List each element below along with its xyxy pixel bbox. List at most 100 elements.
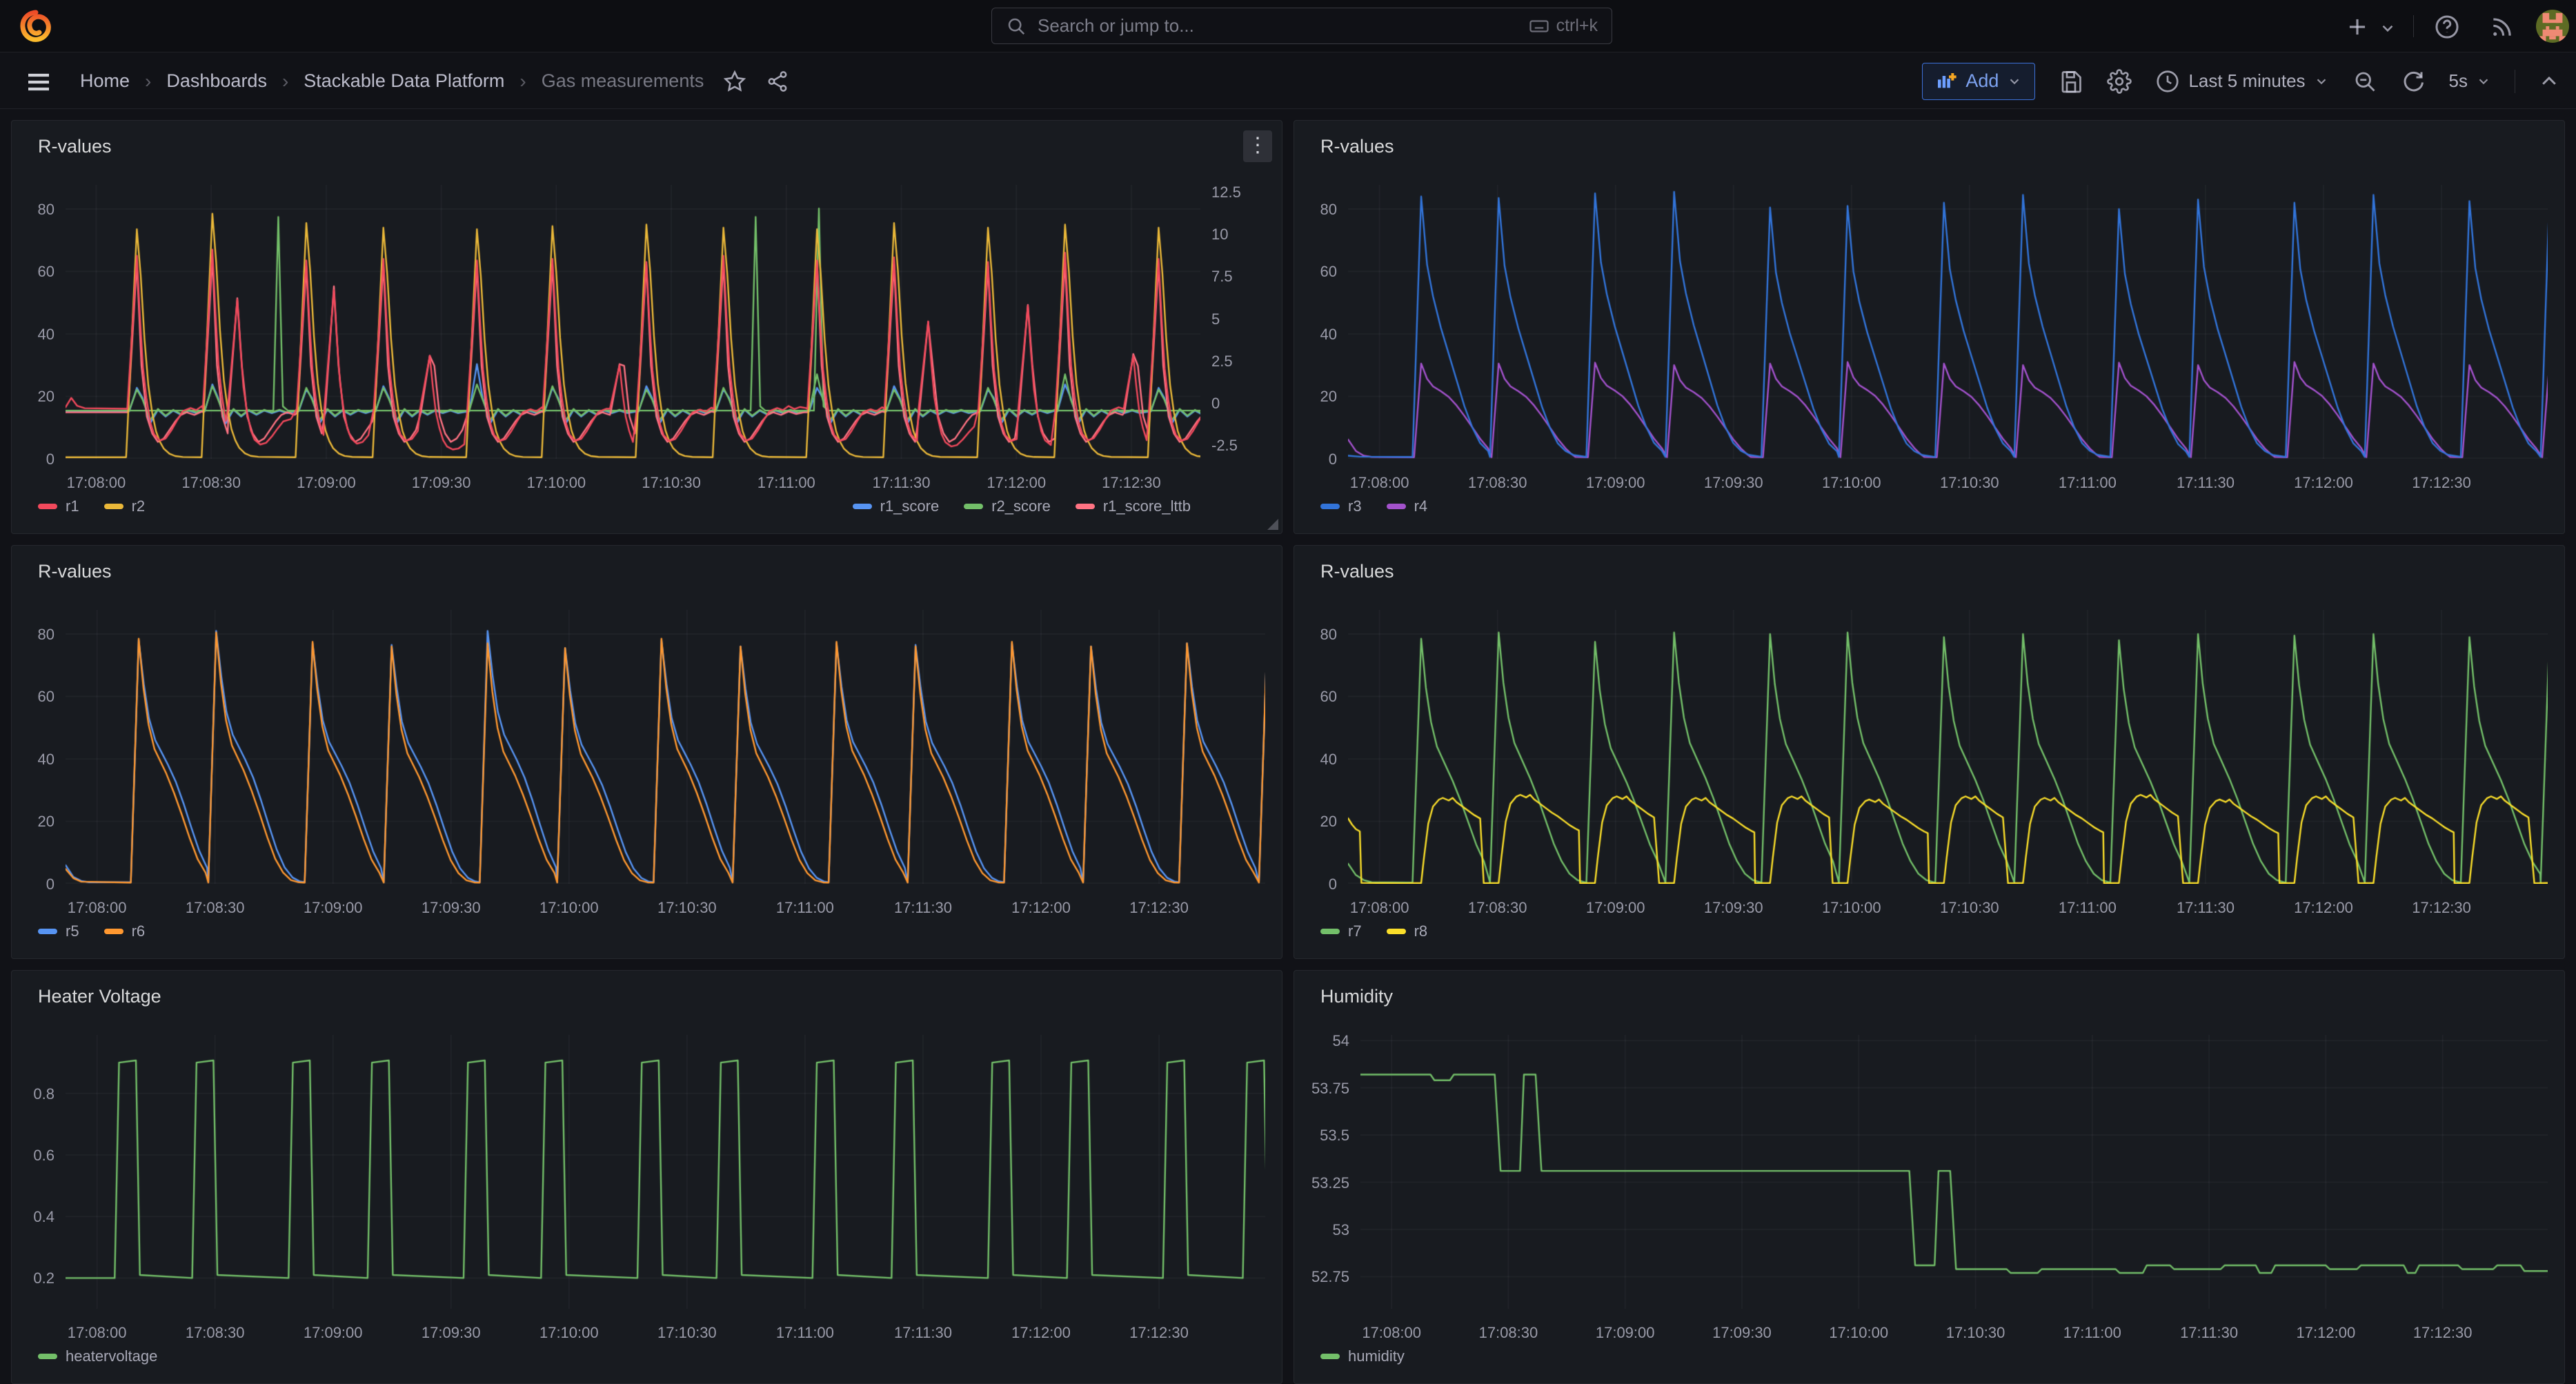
legend-item-r1_score_lttb[interactable]: r1_score_lttb — [1076, 497, 1191, 515]
legend-item-r2_score[interactable]: r2_score — [964, 497, 1051, 515]
legend-swatch — [853, 504, 872, 509]
chart-canvas[interactable] — [66, 185, 1200, 459]
save-dashboard-icon[interactable] — [2059, 69, 2083, 94]
x-axis-label: 17:12:30 — [2412, 899, 2471, 917]
x-axis-label: 17:08:30 — [181, 474, 241, 492]
toolbar-actions: Add Last 5 minutes — [1922, 53, 2559, 109]
panel-r-values-1: R-values ⋮ r1 r2 r1_score r2_score r1_score… — [11, 120, 1282, 534]
panel-title[interactable]: R-values — [38, 561, 112, 582]
breadcrumb-separator: › — [145, 70, 151, 92]
panel-r-values-2: R-values r3r4 02040608017:08:0017:08:301… — [1294, 120, 2565, 534]
panel-title[interactable]: R-values — [38, 136, 112, 157]
x-axis-label: 17:09:30 — [1704, 899, 1763, 917]
panel-title[interactable]: Heater Voltage — [38, 986, 161, 1007]
refresh-interval-picker[interactable]: 5s — [2449, 70, 2491, 92]
panel-menu-kebab-icon[interactable]: ⋮ — [1243, 130, 1272, 162]
search-input[interactable]: Search or jump to... ctrl+k — [991, 8, 1612, 44]
news-rss-icon[interactable] — [2489, 14, 2515, 40]
panel-legend-left: r3 r4 — [1320, 497, 1427, 515]
y-axis-label: 60 — [1294, 263, 1337, 281]
new-add-button[interactable] — [2344, 14, 2370, 40]
y-axis-label: 0 — [1294, 876, 1337, 893]
x-axis-label: 17:12:00 — [987, 474, 1046, 492]
breadcrumb: Home › Dashboards › Stackable Data Platf… — [80, 53, 789, 109]
chart-canvas[interactable] — [66, 610, 1265, 884]
y-axis-label: 40 — [12, 326, 55, 344]
legend-swatch — [38, 929, 57, 934]
x-axis-label: 17:08:30 — [1468, 899, 1527, 917]
zoom-out-icon[interactable] — [2352, 69, 2377, 94]
chart-canvas[interactable] — [1348, 610, 2548, 884]
breadcrumb-dashboards[interactable]: Dashboards — [166, 70, 267, 92]
panel-r-values-3: R-values r5r6 02040608017:08:0017:08:301… — [11, 545, 1282, 959]
x-axis-label: 17:12:30 — [1129, 899, 1189, 917]
panel-title[interactable]: R-values — [1320, 561, 1394, 582]
share-icon[interactable] — [766, 70, 789, 93]
y-axis-label: 53 — [1294, 1221, 1349, 1239]
breadcrumb-folder[interactable]: Stackable Data Platform — [304, 70, 504, 92]
legend-item-r1[interactable]: r1 — [38, 497, 79, 515]
help-icon[interactable] — [2434, 14, 2460, 40]
refresh-icon[interactable] — [2401, 69, 2426, 94]
panel-title[interactable]: R-values — [1320, 136, 1394, 157]
x-axis-label: 17:08:00 — [68, 899, 127, 917]
legend-swatch — [38, 504, 57, 509]
panel-legend-left: r5 r6 — [38, 922, 145, 940]
y-axis-label: 52.75 — [1294, 1268, 1349, 1286]
legend-item-heatervoltage[interactable]: heatervoltage — [38, 1347, 157, 1365]
legend-swatch — [1387, 929, 1406, 934]
x-axis-label: 17:12:00 — [2297, 1324, 2356, 1342]
x-axis-label: 17:09:30 — [422, 1324, 481, 1342]
x-axis-label: 17:08:00 — [67, 474, 126, 492]
collapse-toolbar-icon[interactable] — [2539, 71, 2559, 92]
chart-canvas[interactable] — [66, 1035, 1265, 1309]
x-axis-label: 17:08:30 — [1479, 1324, 1538, 1342]
legend-item-r4[interactable]: r4 — [1387, 497, 1428, 515]
y2-axis-label: 7.5 — [1211, 268, 1233, 286]
x-axis-label: 17:09:30 — [422, 899, 481, 917]
add-panel-icon — [1935, 70, 1957, 92]
grafana-logo[interactable] — [19, 10, 52, 43]
chart-canvas[interactable] — [1348, 185, 2548, 459]
y-axis-label: 20 — [1294, 388, 1337, 406]
y-axis-label: 54 — [1294, 1032, 1349, 1050]
panel-humidity: Humidity humidity 52.755353.2553.553.755… — [1294, 970, 2565, 1384]
x-axis-label: 17:11:00 — [757, 474, 815, 492]
x-axis-label: 17:11:30 — [2177, 899, 2235, 917]
user-avatar[interactable] — [2536, 10, 2569, 43]
legend-item-r5[interactable]: r5 — [38, 922, 79, 940]
x-axis-label: 17:09:30 — [412, 474, 471, 492]
x-axis-label: 17:11:00 — [2063, 1324, 2121, 1342]
y-axis-label: 60 — [12, 263, 55, 281]
x-axis-label: 17:11:00 — [2059, 899, 2117, 917]
x-axis-label: 17:12:30 — [1102, 474, 1161, 492]
x-axis-label: 17:10:30 — [642, 474, 701, 492]
legend-item-humidity[interactable]: humidity — [1320, 1347, 1405, 1365]
legend-item-r3[interactable]: r3 — [1320, 497, 1362, 515]
legend-item-r7[interactable]: r7 — [1320, 922, 1362, 940]
x-axis-label: 17:08:00 — [1362, 1324, 1421, 1342]
x-axis-label: 17:10:00 — [527, 474, 586, 492]
y2-axis-label: 10 — [1211, 226, 1228, 244]
panel-title[interactable]: Humidity — [1320, 986, 1393, 1007]
x-axis-label: 17:10:30 — [657, 1324, 717, 1342]
star-favorite-icon[interactable] — [723, 70, 746, 93]
x-axis-label: 17:12:00 — [1011, 1324, 1071, 1342]
menu-hamburger-icon[interactable] — [25, 68, 52, 93]
panel-resize-handle[interactable] — [1267, 519, 1278, 530]
chart-canvas[interactable] — [1360, 1035, 2548, 1309]
legend-item-r1_score[interactable]: r1_score — [853, 497, 940, 515]
legend-item-r2[interactable]: r2 — [104, 497, 146, 515]
dashboard-toolbar: Home › Dashboards › Stackable Data Platf… — [0, 53, 2576, 109]
legend-item-r6[interactable]: r6 — [104, 922, 146, 940]
x-axis-label: 17:12:30 — [1129, 1324, 1189, 1342]
clock-icon — [2155, 69, 2180, 94]
y-axis-label: 60 — [12, 688, 55, 706]
breadcrumb-home[interactable]: Home — [80, 70, 130, 92]
legend-item-r8[interactable]: r8 — [1387, 922, 1428, 940]
new-chevron-down-icon[interactable] — [2379, 19, 2397, 46]
y2-axis-label: 5 — [1211, 310, 1220, 328]
dashboard-settings-icon[interactable] — [2107, 69, 2132, 94]
time-range-picker[interactable]: Last 5 minutes — [2155, 69, 2328, 94]
add-panel-button[interactable]: Add — [1922, 63, 2035, 100]
